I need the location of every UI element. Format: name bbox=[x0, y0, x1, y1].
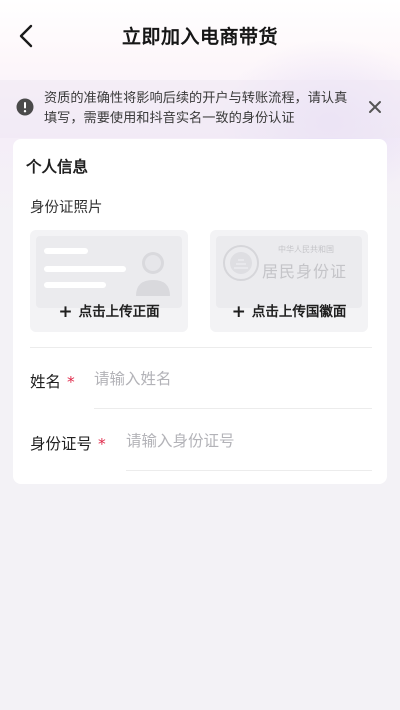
divider bbox=[30, 347, 372, 348]
national-emblem-icon bbox=[223, 245, 259, 281]
upload-back-label: 点击上传国徽面 bbox=[251, 304, 347, 320]
card-header-text: 中华人民共和国 bbox=[278, 245, 334, 254]
section-title: 个人信息 bbox=[26, 158, 89, 176]
info-circle-icon bbox=[16, 98, 34, 116]
id-photo-label: 身份证照片 bbox=[30, 200, 103, 216]
required-mark: * bbox=[98, 435, 106, 453]
notice-text: 资质的准确性将影响后续的开户与转账流程，请认真填写，需要使用和抖音实名一致的身份… bbox=[44, 91, 348, 126]
close-icon[interactable] bbox=[366, 98, 384, 116]
id-card-front-illustration bbox=[44, 248, 170, 296]
upload-front-label: 点击上传正面 bbox=[78, 304, 160, 320]
required-mark: * bbox=[67, 373, 75, 391]
id-number-field-label: 身份证号 * bbox=[30, 435, 106, 453]
upload-front-button[interactable]: + 点击上传正面 bbox=[30, 230, 188, 332]
divider bbox=[94, 408, 372, 409]
upload-back-button[interactable]: 中华人民共和国 居民身份证 + 点击上传国徽面 bbox=[210, 230, 368, 332]
id-card-back-placeholder: 中华人民共和国 居民身份证 bbox=[216, 236, 362, 308]
name-input[interactable] bbox=[94, 364, 364, 394]
divider bbox=[126, 470, 372, 471]
card-title-text: 居民身份证 bbox=[262, 262, 348, 281]
page-title: 立即加入电商带货 bbox=[121, 26, 278, 48]
plus-icon: + bbox=[231, 302, 246, 322]
plus-icon: + bbox=[58, 302, 73, 322]
name-field-label: 姓名 * bbox=[30, 373, 75, 391]
id-card-front-placeholder bbox=[36, 236, 182, 308]
navigation-bar: 立即加入电商带货 bbox=[0, 0, 400, 72]
id-number-input[interactable] bbox=[126, 426, 366, 456]
